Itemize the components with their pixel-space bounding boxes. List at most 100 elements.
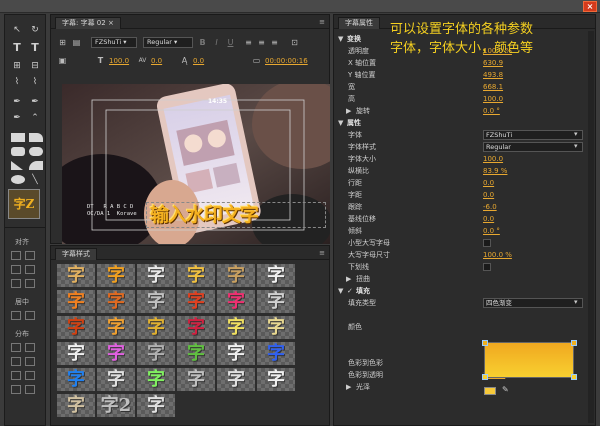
style-swatch[interactable]: 字	[217, 342, 255, 365]
fill-checkbox[interactable]: ✓	[347, 285, 353, 297]
style-swatch[interactable]: 字	[137, 368, 175, 391]
rectangle-tool-icon[interactable]	[11, 133, 25, 142]
center-horizontal-icon[interactable]	[11, 311, 21, 320]
style-swatch[interactable]: 字	[137, 394, 175, 417]
property-checkbox[interactable]	[483, 263, 491, 271]
property-dropdown[interactable]: 四色渐变	[483, 298, 583, 308]
style-swatch[interactable]: 字	[217, 290, 255, 313]
style-swatch[interactable]: 字	[177, 290, 215, 313]
leading-value[interactable]: 0.0	[193, 57, 204, 65]
clipped-rectangle-tool-icon[interactable]	[29, 133, 43, 142]
align-left-text-icon[interactable]: ≡	[243, 37, 254, 48]
property-value[interactable]: 83.9 %	[483, 165, 507, 177]
gradient-stop-top-left[interactable]	[482, 340, 488, 346]
font-size-value[interactable]: 100.0	[109, 57, 129, 65]
style-swatch[interactable]: 字	[57, 368, 95, 391]
style-swatch[interactable]: 字	[97, 264, 135, 287]
distribute-top-icon[interactable]	[25, 343, 35, 352]
style-swatch[interactable]: 字	[217, 368, 255, 391]
dropdown-arrow-icon[interactable]: ▾	[574, 142, 578, 150]
area-type-tool-icon[interactable]: ⊞	[9, 59, 25, 73]
center-vertical-icon[interactable]	[25, 311, 35, 320]
rounded-corner-rectangle-tool-icon[interactable]	[29, 147, 43, 156]
style-swatch[interactable]: 字	[57, 316, 95, 339]
style-swatch[interactable]: 字	[257, 316, 295, 339]
style-swatch[interactable]: 字	[137, 290, 175, 313]
style-swatch[interactable]: 字	[217, 316, 255, 339]
style-swatch[interactable]: 字	[137, 316, 175, 339]
style-swatch[interactable]: 字	[137, 342, 175, 365]
style-swatch[interactable]: 字	[57, 290, 95, 313]
arc-tool-icon[interactable]	[29, 161, 43, 170]
delete-anchor-tool-icon[interactable]: ✒	[27, 95, 43, 109]
new-title-icon[interactable]: ⊞	[57, 37, 68, 48]
tab-title-editor[interactable]: 字幕: 字幕 02 ×	[55, 17, 121, 29]
styles-menu-icon[interactable]: ≡	[319, 249, 325, 257]
distribute-hspace-icon[interactable]	[11, 385, 21, 394]
expand-arrow-icon[interactable]: ▼	[338, 117, 343, 129]
timecode-value[interactable]: 00:00:00:16	[265, 57, 308, 65]
line-tool-icon[interactable]: ╲	[27, 173, 43, 187]
style-swatch[interactable]: 字	[97, 368, 135, 391]
style-swatch[interactable]: 字	[177, 368, 215, 391]
gradient-stop-top-right[interactable]	[571, 340, 577, 346]
align-center-text-icon[interactable]: ≡	[256, 37, 267, 48]
watermark-text[interactable]: 输入水印文字	[150, 200, 259, 227]
align-top-icon[interactable]	[25, 251, 35, 260]
style-swatch[interactable]: 字	[137, 264, 175, 287]
section-header[interactable]: 填充	[356, 285, 370, 297]
panel-menu-icon[interactable]: ≡	[319, 18, 325, 26]
property-dropdown[interactable]: Regular	[483, 142, 583, 152]
style-swatch[interactable]: 字	[177, 316, 215, 339]
style-swatch[interactable]: 字	[97, 290, 135, 313]
property-value[interactable]: 0.0 °	[483, 225, 500, 237]
distribute-hcenter-icon[interactable]	[11, 357, 21, 366]
property-value[interactable]: 100.0	[483, 153, 503, 165]
distribute-vcenter-icon[interactable]	[25, 357, 35, 366]
font-style-select[interactable]: Regular ▾	[143, 37, 193, 48]
property-value[interactable]: 668.1	[483, 81, 503, 93]
dropdown-arrow-icon[interactable]: ▾	[574, 298, 578, 306]
font-family-select[interactable]: FZShuTi ▾	[91, 37, 137, 48]
style-swatch[interactable]: 字	[177, 342, 215, 365]
property-dropdown[interactable]: FZShuTi	[483, 130, 583, 140]
style-swatch[interactable]: 字	[257, 368, 295, 391]
style-swatch[interactable]: 字	[97, 342, 135, 365]
style-swatch[interactable]: 字	[57, 394, 95, 417]
property-value[interactable]: 630.9	[483, 57, 503, 69]
type-tool-icon[interactable]: T	[9, 41, 25, 55]
distribute-bottom-icon[interactable]	[25, 371, 35, 380]
style-swatch[interactable]: 字	[257, 290, 295, 313]
tab-stops-icon[interactable]: ⊡	[289, 37, 300, 48]
rounded-rectangle-tool-icon[interactable]	[11, 147, 25, 156]
style-swatch[interactable]: 字2	[97, 394, 135, 417]
collapse-arrow-icon[interactable]: ▶	[346, 105, 351, 117]
section-header[interactable]: 变换	[347, 33, 361, 45]
distribute-left-icon[interactable]	[11, 343, 21, 352]
close-button[interactable]: ×	[583, 1, 597, 12]
property-value[interactable]: 0.0	[483, 177, 494, 189]
bold-button[interactable]: B	[197, 37, 208, 48]
italic-button[interactable]: I	[211, 37, 222, 48]
style-swatch[interactable]: 字	[257, 342, 295, 365]
property-checkbox[interactable]	[483, 239, 491, 247]
style-swatch[interactable]: 字	[217, 264, 255, 287]
property-value[interactable]: -6.0	[483, 201, 497, 213]
align-left-icon[interactable]	[11, 251, 21, 260]
expand-arrow-icon[interactable]: ▼	[338, 33, 343, 45]
section-header[interactable]: 属性	[347, 117, 361, 129]
ellipse-tool-icon[interactable]	[11, 175, 25, 184]
pen-tool-icon[interactable]: ✒	[9, 95, 25, 109]
align-right-icon[interactable]	[11, 279, 21, 288]
collapse-arrow-icon[interactable]: ▶	[346, 273, 351, 285]
tab-title-styles[interactable]: 字幕样式	[55, 248, 97, 260]
distribute-right-icon[interactable]	[11, 371, 21, 380]
dropdown-arrow-icon[interactable]: ▾	[574, 130, 578, 138]
properties-scrollbar[interactable]	[588, 31, 594, 423]
gradient-color-box[interactable]	[484, 342, 574, 378]
tab-title-properties[interactable]: 字幕属性	[338, 17, 380, 29]
property-value[interactable]: 0.0	[483, 213, 494, 225]
style-swatch[interactable]: 字	[97, 316, 135, 339]
property-value[interactable]: 493.8	[483, 69, 503, 81]
wedge-tool-icon[interactable]	[11, 161, 23, 170]
